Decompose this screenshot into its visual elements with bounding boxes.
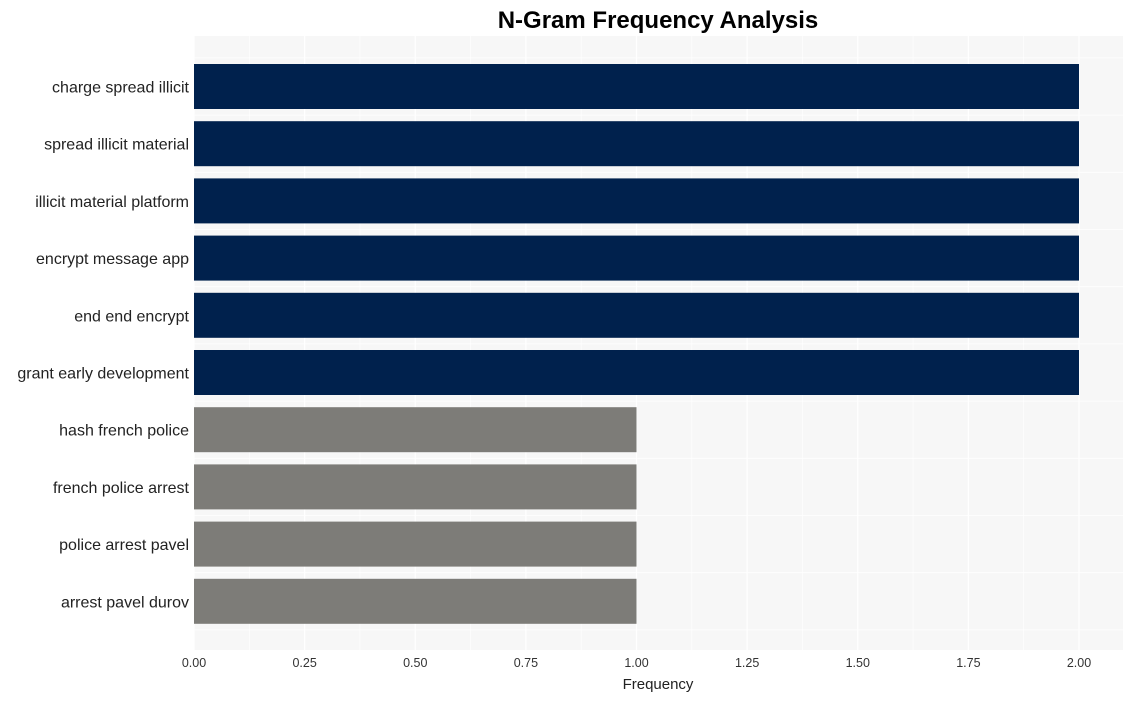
y-tick-label: encrypt message app (36, 251, 189, 268)
bar (194, 464, 637, 510)
x-tick-label: 0.50 (403, 656, 427, 670)
x-axis-ticks: 0.00 0.25 0.50 0.75 1.00 1.25 1.50 1.75 2.00 (182, 656, 1091, 670)
x-tick-label: 2.00 (1067, 656, 1091, 670)
bar (194, 235, 1079, 281)
x-axis-label: Frequency (623, 676, 694, 693)
y-tick-label: french police arrest (53, 480, 190, 497)
bar (194, 121, 1079, 167)
bar (194, 407, 637, 453)
bar (194, 350, 1079, 395)
ngram-bar-chart: charge spread illicit spread illicit mate… (17, 7, 1123, 693)
y-tick-label: police arrest pavel (59, 537, 189, 554)
y-tick-label: end end encrypt (74, 308, 189, 325)
x-tick-label: 1.75 (956, 656, 980, 670)
bar (194, 178, 1079, 224)
x-tick-label: 0.75 (514, 656, 538, 670)
y-tick-label: illicit material platform (35, 194, 189, 211)
y-tick-label: hash french police (59, 423, 189, 440)
bar (194, 521, 637, 567)
bar (194, 578, 637, 624)
y-tick-label: grant early development (17, 366, 189, 383)
x-tick-label: 1.00 (624, 656, 648, 670)
x-tick-label: 1.25 (735, 656, 759, 670)
x-tick-label: 0.00 (182, 656, 206, 670)
bar (194, 292, 1079, 338)
x-tick-label: 1.50 (846, 656, 870, 670)
x-tick-label: 0.25 (292, 656, 316, 670)
chart-title: N-Gram Frequency Analysis (498, 7, 819, 34)
bar (194, 64, 1079, 109)
y-tick-label: spread illicit material (44, 137, 189, 154)
y-tick-label: arrest pavel durov (61, 594, 189, 611)
y-tick-label: charge spread illicit (52, 80, 190, 97)
y-axis-labels: charge spread illicit spread illicit mate… (17, 80, 189, 612)
